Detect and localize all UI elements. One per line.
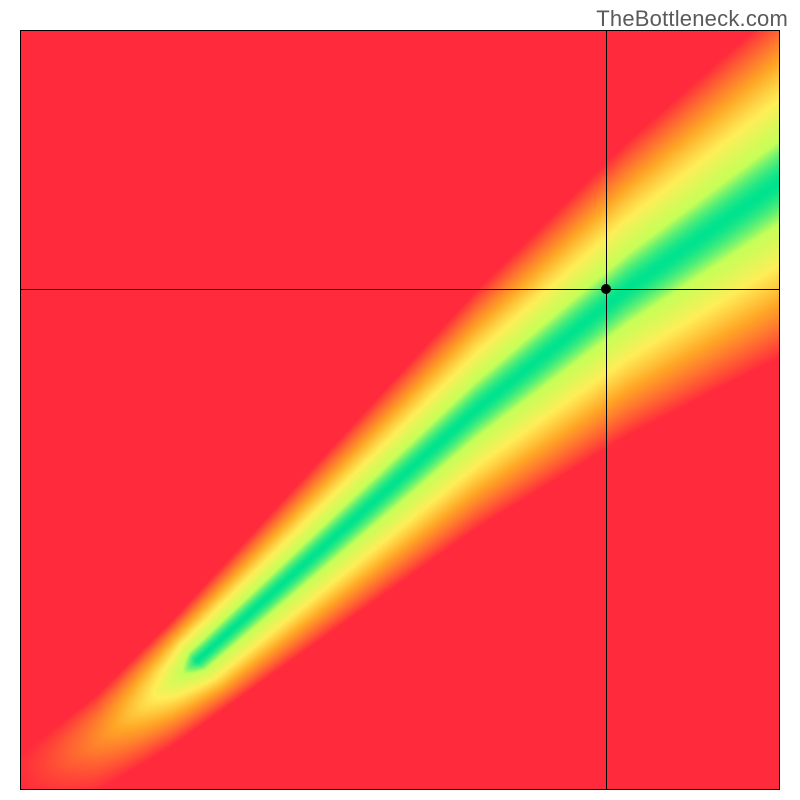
watermark-text: TheBottleneck.com <box>596 6 788 32</box>
crosshair-horizontal <box>21 289 779 290</box>
crosshair-vertical <box>606 31 607 789</box>
marker-dot <box>601 284 611 294</box>
heatmap-plot <box>20 30 780 790</box>
heatmap-canvas <box>21 31 779 789</box>
